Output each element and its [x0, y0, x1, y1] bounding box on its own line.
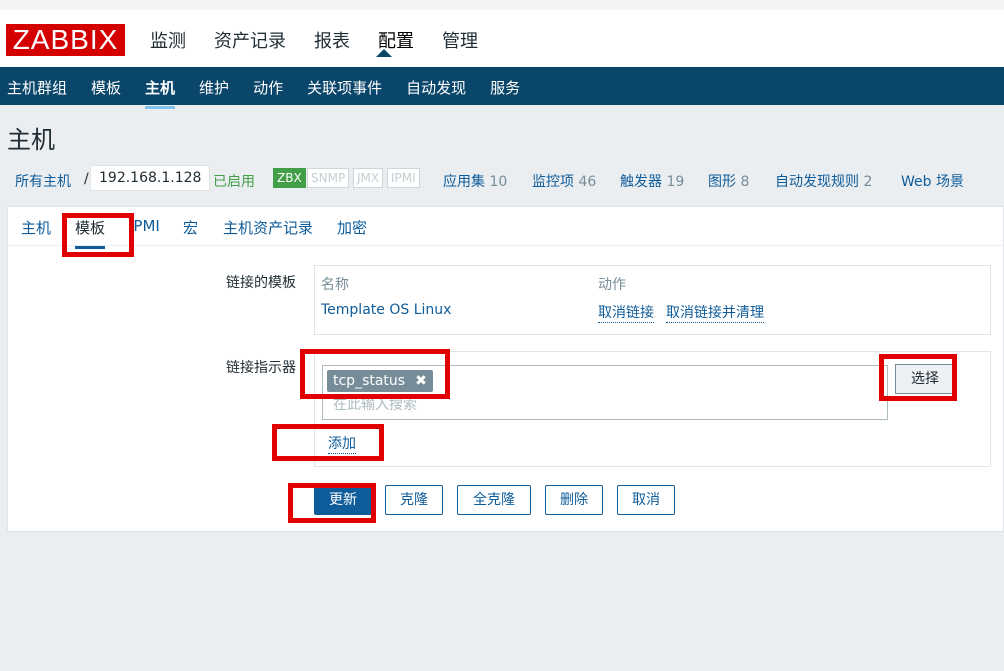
applications-count: 10: [489, 174, 508, 190]
tab-macros[interactable]: 宏: [183, 217, 198, 238]
subnav-discovery[interactable]: 自动发现: [406, 77, 466, 98]
graphs-link[interactable]: 图形 8: [708, 171, 749, 191]
graphs-count: 8: [740, 174, 750, 190]
tab-encryption[interactable]: 加密: [337, 217, 367, 238]
ipmi-availability-badge: IPMI: [387, 168, 420, 188]
items-count: 46: [578, 174, 597, 190]
add-template-link[interactable]: 添加: [328, 433, 356, 454]
nav-reports[interactable]: 报表: [314, 27, 350, 53]
link-new-templates-box: tcp_status ✖ 选择 添加: [314, 351, 991, 467]
triggers-link[interactable]: 触发器 19: [620, 171, 684, 191]
selected-template-chip: tcp_status ✖: [327, 370, 433, 392]
page-title: 主机: [7, 126, 55, 154]
discovery-rules-link[interactable]: 自动发现规则 2: [775, 171, 872, 191]
tab-templates[interactable]: 模板: [75, 217, 106, 249]
tab-inventory[interactable]: 主机资产记录: [223, 217, 313, 238]
update-button[interactable]: 更新: [314, 485, 372, 515]
nav-inventory[interactable]: 资产记录: [214, 27, 286, 53]
subnav-templates[interactable]: 模板: [91, 77, 121, 98]
subnav-correlation[interactable]: 关联项事件: [307, 77, 382, 98]
cancel-button[interactable]: 取消: [617, 485, 675, 515]
triggers-count: 19: [666, 174, 685, 190]
zabbix-logo[interactable]: ZABBIX: [6, 24, 125, 56]
linked-templates-table: 名称 动作 Template OS Linux 取消链接 取消链接并清理: [314, 265, 991, 335]
nav-administration[interactable]: 管理: [442, 27, 478, 53]
col-action-header: 动作: [598, 277, 626, 293]
top-header: ZABBIX 监测 资产记录 报表 配置 管理: [0, 0, 1004, 67]
unlink-and-clear-button[interactable]: 取消链接并清理: [666, 302, 764, 323]
select-template-button[interactable]: 选择: [895, 364, 955, 394]
graphs-label: 图形: [708, 174, 736, 190]
link-new-templates-label: 链接指示器: [226, 360, 296, 376]
template-search-input[interactable]: [331, 396, 875, 414]
clone-button[interactable]: 克隆: [385, 485, 443, 515]
nav-monitoring[interactable]: 监测: [150, 27, 186, 53]
host-form-panel: 主机 模板 IPMI 宏 主机资产记录 加密 链接的模板 名称 动作 Templ…: [7, 206, 1004, 532]
template-multiselect[interactable]: tcp_status ✖: [322, 365, 888, 420]
triggers-label: 触发器: [620, 174, 662, 190]
sub-nav: 主机群组 模板 主机 维护 动作 关联项事件 自动发现 服务: [0, 67, 1004, 109]
remove-chip-icon[interactable]: ✖: [415, 370, 427, 392]
subnav-services[interactable]: 服务: [490, 77, 520, 98]
discovery-rules-count: 2: [863, 174, 873, 190]
breadcrumb-separator: /: [84, 171, 89, 187]
items-link[interactable]: 监控项 46: [532, 171, 596, 191]
full-clone-button[interactable]: 全克隆: [457, 485, 531, 515]
web-scenarios-link[interactable]: Web 场景: [901, 171, 964, 191]
host-status-enabled[interactable]: 已启用: [213, 171, 255, 191]
current-host-name[interactable]: 192.168.1.128: [90, 165, 211, 191]
tab-host[interactable]: 主机: [21, 217, 51, 238]
all-hosts-link[interactable]: 所有主机: [15, 171, 71, 191]
subnav-host-groups[interactable]: 主机群组: [7, 77, 67, 98]
unlink-button[interactable]: 取消链接: [598, 302, 654, 323]
subnav-maintenance[interactable]: 维护: [199, 77, 229, 98]
items-label: 监控项: [532, 174, 574, 190]
tab-ipmi[interactable]: IPMI: [129, 217, 160, 235]
linked-templates-label: 链接的模板: [226, 275, 296, 291]
applications-label: 应用集: [443, 174, 485, 190]
chip-label: tcp_status: [333, 373, 406, 389]
active-nav-indicator: [376, 49, 392, 57]
jmx-availability-badge: JMX: [353, 168, 384, 188]
delete-button[interactable]: 删除: [545, 485, 603, 515]
main-nav: 监测 资产记录 报表 配置 管理: [150, 27, 478, 53]
zbx-availability-badge: ZBX: [273, 168, 306, 188]
col-name-header: 名称: [321, 277, 349, 293]
subnav-hosts[interactable]: 主机: [145, 77, 176, 109]
host-navigation-bar: 所有主机 / 192.168.1.128 已启用 ZBX SNMP JMX IP…: [7, 157, 1004, 206]
subnav-actions[interactable]: 动作: [253, 77, 283, 98]
linked-template-name[interactable]: Template OS Linux: [321, 302, 451, 318]
host-form-tabs: 主机 模板 IPMI 宏 主机资产记录 加密: [8, 207, 1003, 249]
applications-link[interactable]: 应用集 10: [443, 171, 507, 191]
discovery-rules-label: 自动发现规则: [775, 174, 859, 190]
snmp-availability-badge: SNMP: [307, 168, 350, 188]
